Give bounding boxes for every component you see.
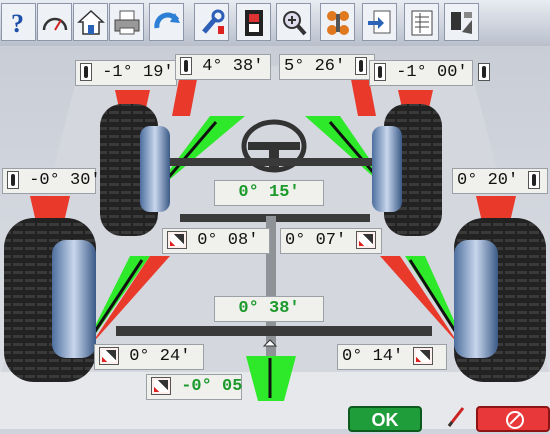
rear-right-wheel	[454, 218, 546, 382]
car-lift-icon	[451, 12, 472, 34]
car-lift-button[interactable]	[444, 3, 479, 41]
setback-tag-icon	[167, 230, 187, 249]
home-button[interactable]	[73, 3, 108, 41]
rear-left-toe-value: 0° 24'	[94, 344, 204, 370]
camber-tag-icon	[7, 170, 19, 189]
thrust-angle-text: -0° 05	[181, 377, 243, 396]
right-setback-value: 0° 07'	[280, 228, 382, 254]
printer-icon	[114, 10, 140, 35]
help-button[interactable]: ?	[1, 3, 36, 41]
camber-tag-icon	[80, 62, 92, 81]
camber-tag-icon	[374, 62, 386, 81]
film-icon	[245, 10, 263, 36]
rear-right-toe-text: 0° 14'	[342, 347, 404, 366]
thrust-tag-icon	[151, 376, 171, 395]
wheels-button[interactable]	[320, 3, 355, 41]
front-left-toe-text: 4° 38'	[202, 57, 264, 76]
zoom-icon	[283, 11, 307, 36]
wheels-icon	[327, 11, 349, 35]
cancel-button[interactable]	[476, 406, 550, 432]
worksheet-button[interactable]	[404, 3, 439, 41]
rear-axle	[116, 326, 432, 336]
pencil-icon[interactable]	[446, 404, 466, 429]
rear-left-camber-value: -0° 30'	[2, 168, 101, 194]
rear-left-camber-text: -0° 30'	[29, 171, 101, 190]
camber-tag-icon	[528, 170, 541, 189]
wrench-button[interactable]	[194, 3, 229, 41]
front-right-toe-text: 5° 26'	[284, 57, 346, 76]
rear-left-wheel	[4, 218, 96, 382]
gauge-icon	[42, 17, 68, 31]
setback-tag-icon	[356, 230, 377, 249]
rear-right-camber-value: 0° 20'	[452, 168, 548, 194]
front-axle	[148, 158, 398, 166]
toe-tag-icon	[99, 346, 119, 365]
rear-left-toe-text: 0° 24'	[129, 347, 191, 366]
toe-tag-icon	[413, 346, 434, 365]
front-right-camber-text: -1° 00'	[396, 63, 468, 82]
rear-total-toe-text: 0° 38'	[238, 299, 300, 318]
rear-right-camber-text: 0° 20'	[457, 171, 519, 190]
front-right-camber-value: -1° 00'	[369, 60, 490, 86]
camber-tag-icon	[477, 62, 490, 81]
rotate-button[interactable]	[149, 3, 184, 41]
document-arrow-icon	[368, 10, 391, 34]
zoom-button[interactable]	[276, 3, 311, 41]
help-icon: ?	[11, 9, 24, 38]
wrench-icon	[202, 9, 225, 34]
rear-total-toe-value: 0° 38'	[214, 296, 324, 322]
front-left-camber-text: -1° 19'	[102, 63, 174, 82]
alignment-view	[0, 46, 550, 429]
worksheet-icon	[411, 10, 433, 36]
front-total-toe-text: 0° 15'	[238, 183, 300, 202]
print-button[interactable]	[109, 3, 144, 41]
rotate-icon	[154, 12, 180, 29]
film-button[interactable]	[236, 3, 271, 41]
ok-button-label: OK	[371, 410, 399, 430]
ok-button[interactable]: OK	[348, 406, 422, 432]
front-left-camber-value: -1° 19'	[75, 60, 177, 86]
toe-tag-icon	[180, 56, 192, 75]
left-setback-value: 0° 08'	[162, 228, 270, 254]
svg-text:?: ?	[11, 9, 24, 38]
front-left-toe-value: 4° 38'	[175, 54, 271, 80]
toolbar: ?	[0, 0, 550, 47]
toe-tag-icon	[355, 56, 368, 75]
thrust-angle-value: -0° 05	[146, 374, 242, 400]
gauge-button[interactable]	[37, 3, 72, 41]
home-icon	[77, 9, 105, 35]
left-setback-text: 0° 08'	[197, 231, 259, 250]
rear-right-toe-value: 0° 14'	[337, 344, 447, 370]
front-total-toe-value: 0° 15'	[214, 180, 324, 206]
front-right-toe-value: 5° 26'	[279, 54, 375, 80]
right-setback-text: 0° 07'	[285, 231, 347, 250]
document-button[interactable]	[362, 3, 397, 41]
alignment-scene	[0, 46, 550, 429]
